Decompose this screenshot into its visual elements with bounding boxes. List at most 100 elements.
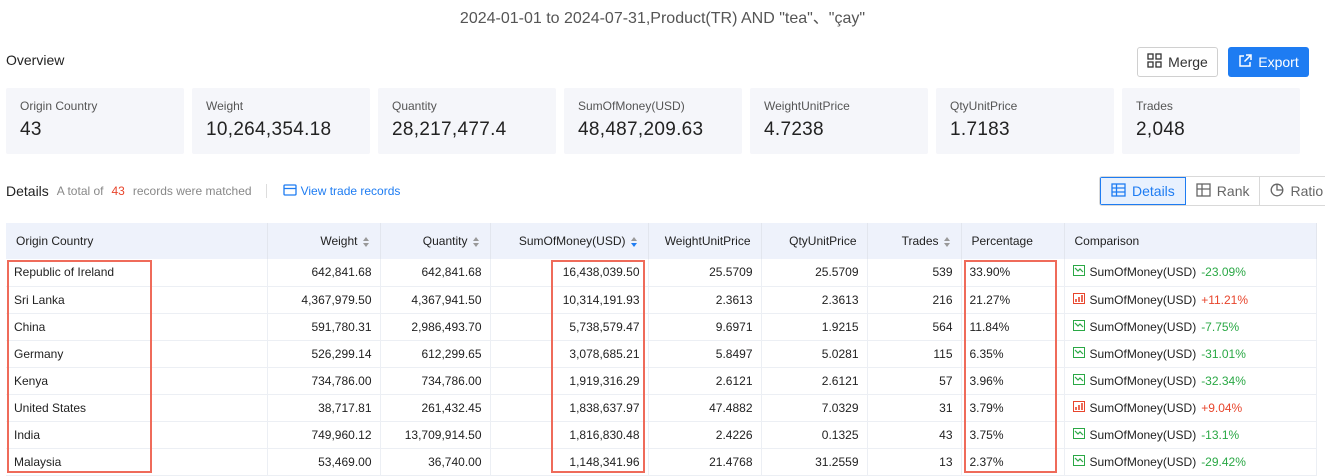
column-header-comparison: Comparison <box>1064 223 1317 259</box>
trend-down-icon <box>1072 427 1085 442</box>
sort-icon[interactable] <box>472 236 480 248</box>
cell-quantity: 612,299.65 <box>380 340 491 368</box>
cell-percentage: 6.35% <box>961 340 1065 368</box>
cell-quantity: 261,432.45 <box>380 394 491 422</box>
stat-label: QtyUnitPrice <box>950 99 1018 113</box>
sort-icon[interactable] <box>943 236 951 248</box>
comparison-label: SumOfMoney(USD) <box>1089 346 1197 361</box>
stat-card-origin-country: Origin Country 43 <box>6 88 184 154</box>
cell-trades: 31 <box>867 394 962 422</box>
cell-qty-unit-price: 2.3613 <box>761 286 868 314</box>
comparison-label: SumOfMoney(USD) <box>1089 400 1197 415</box>
stat-value: 48,487,209.63 <box>578 119 704 140</box>
total-suffix: records were matched <box>132 184 252 198</box>
comparison-value: -7.75% <box>1201 319 1240 334</box>
stat-value: 2,048 <box>1136 119 1186 140</box>
cell-comparison: SumOfMoney(USD) +9.04% <box>1064 394 1317 422</box>
details-view-button[interactable]: Details <box>1100 177 1186 205</box>
cell-origin-country: Sri Lanka <box>6 286 268 314</box>
cell-percentage: 3.96% <box>961 367 1065 395</box>
stat-label: Quantity <box>392 99 437 113</box>
export-button[interactable]: Export <box>1228 47 1309 77</box>
header-label: Comparison <box>1074 234 1140 248</box>
cell-percentage: 33.90% <box>961 259 1065 287</box>
view-trade-records-link[interactable]: View trade records <box>282 183 401 199</box>
column-header-weight[interactable]: Weight <box>267 223 381 259</box>
total-prefix: A total of <box>56 184 104 198</box>
header-label: SumOfMoney(USD) <box>518 234 626 248</box>
cell-sum-of-money: 1,919,316.29 <box>490 367 649 395</box>
cell-weight-unit-price: 5.8497 <box>648 340 762 368</box>
rank-view-button[interactable]: Rank <box>1185 177 1261 205</box>
total-count: 43 <box>111 184 125 198</box>
cell-trades: 13 <box>867 448 962 476</box>
merge-icon <box>1147 53 1162 71</box>
stat-label: Origin Country <box>20 99 98 113</box>
header-label: WeightUnitPrice <box>664 234 751 248</box>
cell-trades: 43 <box>867 421 962 449</box>
cell-weight: 749,960.12 <box>267 421 381 449</box>
column-header-percentage: Percentage <box>961 223 1065 259</box>
cell-quantity: 734,786.00 <box>380 367 491 395</box>
cell-origin-country: Republic of Ireland <box>6 259 268 287</box>
cell-weight: 642,841.68 <box>267 259 381 287</box>
cell-trades: 539 <box>867 259 962 287</box>
sort-descending-icon[interactable] <box>630 236 638 248</box>
cell-sum-of-money: 16,438,039.50 <box>490 259 649 287</box>
column-header-trades[interactable]: Trades <box>867 223 962 259</box>
query-title: 2024-01-01 to 2024-07-31,Product(TR) AND… <box>459 10 866 27</box>
column-header-sum-of-money[interactable]: SumOfMoney(USD) <box>490 223 649 259</box>
trend-down-icon <box>1072 319 1085 334</box>
comparison-label: SumOfMoney(USD) <box>1089 373 1197 388</box>
cell-sum-of-money: 1,148,341.96 <box>490 448 649 476</box>
trend-down-icon <box>1072 373 1085 388</box>
cell-percentage: 21.27% <box>961 286 1065 314</box>
cell-origin-country: United States <box>6 394 268 422</box>
table-row: United States 38,717.81 261,432.45 1,838,63… <box>6 394 1317 422</box>
cell-qty-unit-price: 5.0281 <box>761 340 868 368</box>
stat-card-sum-of-money: SumOfMoney(USD) 48,487,209.63 <box>564 88 742 154</box>
stat-value: 1.7183 <box>950 119 1010 140</box>
cell-origin-country: China <box>6 313 268 341</box>
cell-sum-of-money: 3,078,685.21 <box>490 340 649 368</box>
table-row: Kenya 734,786.00 734,786.00 1,919,316.29 2.6… <box>6 367 1317 395</box>
comparison-label: SumOfMoney(USD) <box>1089 265 1197 280</box>
cell-weight-unit-price: 21.4768 <box>648 448 762 476</box>
export-label: Export <box>1258 54 1299 70</box>
pie-chart-icon <box>1270 183 1284 200</box>
merge-label: Merge <box>1168 54 1208 70</box>
view-trade-records-label: View trade records <box>300 184 401 198</box>
details-bar: Details A total of 43 records were match… <box>6 183 400 199</box>
table-row: Republic of Ireland 642,841.68 642,841.68 1… <box>6 259 1317 287</box>
cell-qty-unit-price: 31.2559 <box>761 448 868 476</box>
cell-weight-unit-price: 2.6121 <box>648 367 762 395</box>
stat-label: Trades <box>1136 99 1173 113</box>
records-icon <box>282 183 297 199</box>
cell-weight: 526,299.14 <box>267 340 381 368</box>
cell-percentage: 2.37% <box>961 448 1065 476</box>
cell-quantity: 642,841.68 <box>380 259 491 287</box>
cell-comparison: SumOfMoney(USD) -32.34% <box>1064 367 1317 395</box>
header-label: Trades <box>901 234 939 248</box>
cell-weight: 591,780.31 <box>267 313 381 341</box>
column-header-origin-country: Origin Country <box>6 223 268 259</box>
column-header-quantity[interactable]: Quantity <box>380 223 491 259</box>
cell-comparison: SumOfMoney(USD) -23.09% <box>1064 259 1317 287</box>
view-switcher: Details Rank Ratio <box>1099 176 1325 206</box>
origin-country-table: Origin Country Weight Quantity SumOfMone… <box>6 223 1317 476</box>
comparison-value: -31.01% <box>1201 346 1246 361</box>
cell-qty-unit-price: 7.0329 <box>761 394 868 422</box>
cell-quantity: 2,986,493.70 <box>380 313 491 341</box>
stat-card-qty-unit-price: QtyUnitPrice 1.7183 <box>936 88 1114 154</box>
cell-qty-unit-price: 0.1325 <box>761 421 868 449</box>
comparison-value: +11.21% <box>1201 292 1249 307</box>
cell-comparison: SumOfMoney(USD) -31.01% <box>1064 340 1317 368</box>
sort-icon[interactable] <box>362 236 370 248</box>
trend-down-icon <box>1072 346 1085 361</box>
cell-origin-country: Malaysia <box>6 448 268 476</box>
merge-button[interactable]: Merge <box>1137 47 1218 77</box>
ratio-view-button[interactable]: Ratio <box>1260 177 1325 205</box>
trend-down-icon <box>1072 265 1085 279</box>
divider <box>265 184 267 198</box>
comparison-label: SumOfMoney(USD) <box>1089 427 1197 442</box>
